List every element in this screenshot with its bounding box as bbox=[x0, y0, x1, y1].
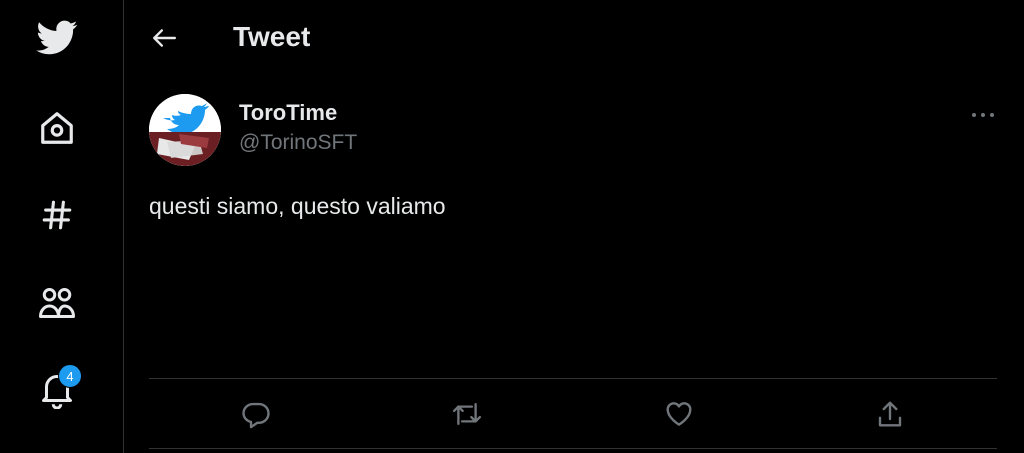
like-icon[interactable] bbox=[663, 398, 695, 430]
retweet-icon[interactable] bbox=[451, 398, 483, 430]
divider bbox=[149, 378, 997, 379]
reply-icon[interactable] bbox=[240, 398, 272, 430]
divider bbox=[149, 448, 997, 449]
author-handle[interactable]: @TorinoSFT bbox=[239, 131, 357, 155]
explore-hashtag-icon[interactable] bbox=[37, 195, 77, 235]
author-display-name[interactable]: ToroTime bbox=[239, 100, 337, 126]
page-title: Tweet bbox=[233, 21, 311, 52]
back-arrow-icon[interactable] bbox=[150, 24, 178, 52]
twitter-logo-icon[interactable] bbox=[35, 18, 79, 58]
tweet-text: questi siamo, questo valiamo bbox=[149, 193, 446, 219]
sidebar: 4 bbox=[0, 0, 124, 453]
avatar[interactable] bbox=[149, 94, 221, 166]
home-icon[interactable] bbox=[37, 108, 77, 148]
more-options-icon[interactable] bbox=[966, 104, 1000, 126]
notification-count-badge: 4 bbox=[58, 364, 82, 388]
communities-icon[interactable] bbox=[35, 283, 79, 323]
share-icon[interactable] bbox=[874, 398, 906, 430]
